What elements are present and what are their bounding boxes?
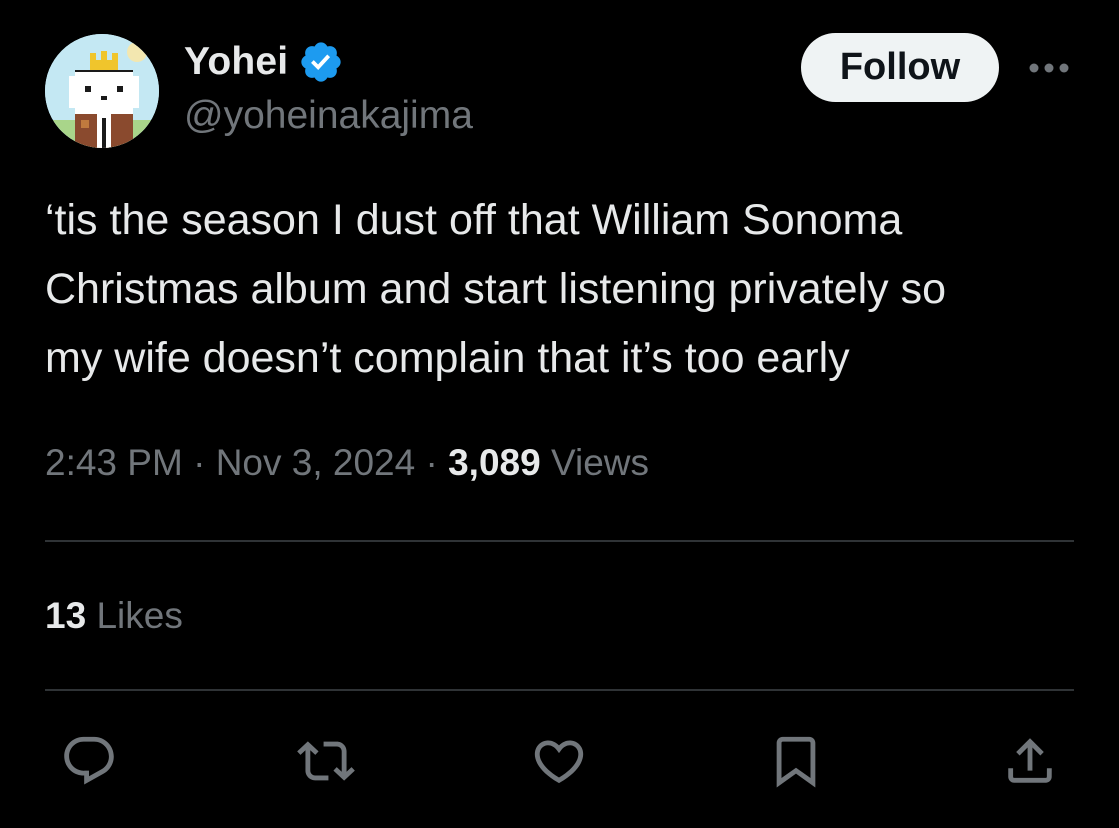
like-button[interactable]	[529, 731, 589, 791]
tweet-time[interactable]: 2:43 PM	[45, 442, 183, 483]
share-button[interactable]	[1000, 731, 1060, 791]
reply-icon	[64, 736, 114, 785]
repost-button[interactable]	[296, 731, 356, 791]
divider	[45, 540, 1074, 542]
likes-count: 13	[45, 595, 87, 636]
avatar[interactable]	[45, 34, 159, 148]
author-name-row: Yohei	[184, 38, 344, 86]
tweet-meta: 2:43 PM · Nov 3, 2024 · 3,089 Views	[45, 442, 649, 484]
likes-label: Likes	[96, 595, 183, 636]
verified-badge-icon	[301, 42, 341, 82]
repost-icon	[297, 741, 355, 781]
more-horizontal-icon[interactable]	[1027, 55, 1071, 81]
reply-button[interactable]	[59, 731, 119, 791]
views-label: Views	[550, 442, 650, 483]
meta-separator: ·	[182, 442, 216, 483]
share-icon	[1008, 738, 1052, 783]
bookmark-button[interactable]	[766, 731, 826, 791]
meta-separator: ·	[415, 442, 449, 483]
heart-icon	[534, 740, 584, 784]
likes-summary[interactable]: 13 Likes	[45, 595, 183, 637]
author-display-name[interactable]: Yohei	[184, 40, 288, 84]
bookmark-icon	[776, 736, 816, 788]
follow-button[interactable]: Follow	[801, 33, 999, 102]
views-count: 3,089	[448, 442, 541, 483]
tweet-date[interactable]: Nov 3, 2024	[216, 442, 416, 483]
tweet-card: Yohei @yoheinakajima Follow ‘tis the sea…	[0, 0, 1119, 828]
tweet-text: ‘tis the season I dust off that William …	[45, 196, 946, 382]
author-handle[interactable]: @yoheinakajima	[184, 94, 473, 138]
divider	[45, 689, 1074, 691]
pixel-cat-avatar-icon	[45, 34, 159, 148]
